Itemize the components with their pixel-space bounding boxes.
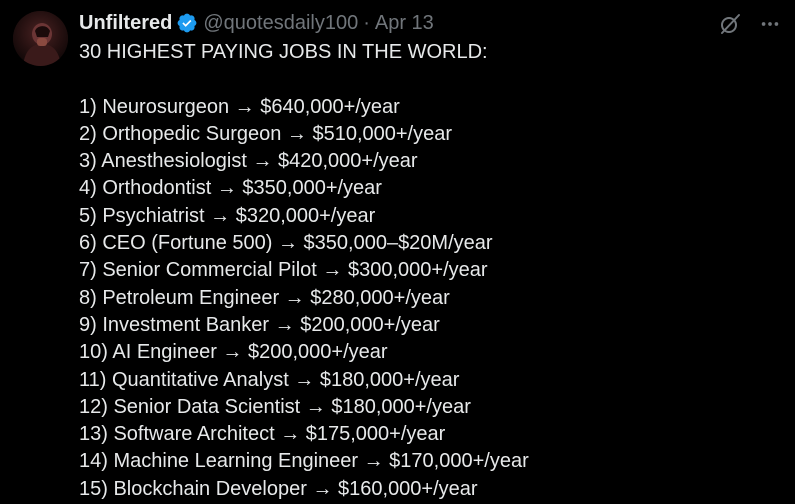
list-item: 14) Machine Learning Engineer → $170,000… (79, 450, 529, 473)
list-item: 15) Blockchain Developer → $160,000+/yea… (79, 477, 478, 500)
list-item: 5) Psychiatrist → $320,000+/year (79, 204, 376, 227)
list-item: 11) Quantitative Analyst → $180,000+/yea… (79, 368, 460, 391)
tweet-headline: 30 HIGHEST PAYING JOBS IN THE WORLD: (79, 41, 488, 63)
separator-dot: · (363, 12, 370, 34)
list-item: 3) Anesthesiologist → $420,000+/year (79, 150, 418, 173)
list-item: 12) Senior Data Scientist → $180,000+/ye… (79, 395, 471, 418)
list-item: 7) Senior Commercial Pilot → $300,000+/y… (79, 259, 488, 282)
tweet-date[interactable]: Apr 13 (375, 9, 434, 37)
avatar[interactable] (13, 11, 68, 66)
list-item: 10) AI Engineer → $200,000+/year (79, 341, 388, 364)
list-item: 1) Neurosurgeon → $640,000+/year (79, 95, 400, 118)
tweet-text: 30 HIGHEST PAYING JOBS IN THE WORLD: 1) … (79, 39, 779, 503)
list-item: 2) Orthopedic Surgeon → $510,000+/year (79, 122, 453, 145)
list-item: 8) Petroleum Engineer → $280,000+/year (79, 286, 450, 309)
tweet-actions-top (717, 11, 783, 37)
avatar-image (13, 11, 68, 66)
display-name[interactable]: Unfiltered (79, 9, 172, 37)
tweet-header: Unfiltered @quotesdaily100 · Apr 13 (79, 9, 434, 37)
list-item: 13) Software Architect → $175,000+/year (79, 423, 446, 446)
user-handle[interactable]: @quotesdaily100 (203, 9, 358, 37)
list-item: 6) CEO (Fortune 500) → $350,000–$20M/yea… (79, 232, 493, 255)
list-item: 4) Orthodontist → $350,000+/year (79, 177, 382, 200)
grok-icon[interactable] (717, 11, 743, 37)
verified-badge-icon (176, 12, 198, 34)
tweet[interactable]: Unfiltered @quotesdaily100 · Apr 13 30 H… (0, 0, 795, 504)
more-options-icon[interactable] (757, 11, 783, 37)
list-item: 9) Investment Banker → $200,000+/year (79, 313, 440, 336)
